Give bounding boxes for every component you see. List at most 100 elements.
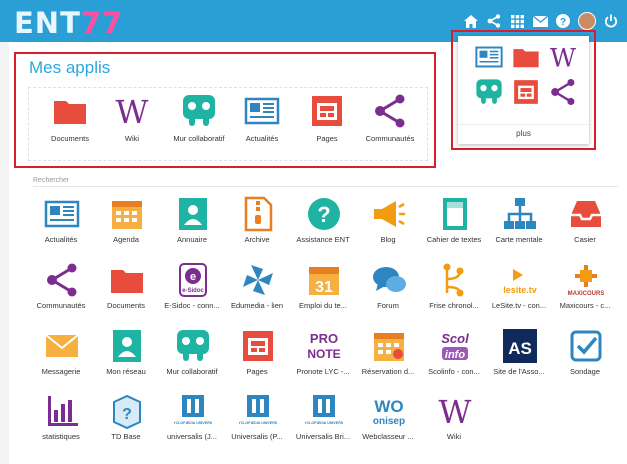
app-tile-archive[interactable]: Archive [222,195,292,244]
svg-text:e: e [190,271,196,283]
maxicours-icon: MAXICOURS [567,261,605,297]
app-label: Emploi du te... [299,301,347,310]
power-icon[interactable] [603,13,619,29]
svg-text:31: 31 [315,279,333,296]
app-tile-statistiques[interactable]: statistiques [26,392,96,441]
app-tile-blog[interactable]: Blog [353,195,423,244]
app-tile-sondage[interactable]: Sondage [550,327,620,376]
app-tile-carte-mentale[interactable]: Carte mentale [484,195,554,244]
app-tile-universalis-j[interactable]: ENCYCLOPÆDIA UNIVERSALIS universalis (J..… [157,392,227,441]
app-tile-universalis-bri[interactable]: ENCYCLOPÆDIA UNIVERSALIS Universalis Bri.… [288,392,358,441]
ent77-logo[interactable]: ENT77 [14,6,123,40]
mes-applis-app-actualit-s[interactable]: Actualités [227,92,297,143]
app-tile-scolinfo-con[interactable]: Scol info Scolinfo - con... [419,327,489,376]
app-tile-annuaire[interactable]: Annuaire [157,195,227,244]
folder-icon [51,92,89,130]
app-label: Réservation d... [361,367,415,376]
app-tile-wiki[interactable]: W Wiki [419,392,489,441]
app-label: Forum [377,301,399,310]
app-label: Scolinfo - con... [428,367,480,376]
tdbase-icon: ? [108,392,144,430]
app-label: Wiki [124,134,140,143]
forum-icon [370,261,406,297]
wiki-icon: W [113,92,151,131]
app-tile-frise-chronol[interactable]: Frise chronol... [419,261,489,310]
svg-text:MAXICOURS: MAXICOURS [568,291,605,297]
app-label: universalis (J... [166,432,217,441]
app-tile-td-base[interactable]: ? TD Base [91,392,161,441]
app-tile-mur-collaboratif[interactable]: Mur collaboratif [157,327,227,376]
avatar[interactable] [578,12,596,30]
svg-text:ENCYCLOPÆDIA UNIVERSALIS: ENCYCLOPÆDIA UNIVERSALIS [174,421,212,425]
app-tile-messagerie[interactable]: Messagerie [26,327,96,376]
plus-panel[interactable]: W plus [458,36,589,144]
app-tile-actualit-s[interactable]: Actualités [26,195,96,244]
app-tile-e-sidoc-conn[interactable]: e e-Sidoc E-Sidoc - conn... [157,261,227,310]
app-tile-communaut-s[interactable]: Communautés [26,261,96,310]
news-icon[interactable] [474,42,504,72]
help-icon[interactable]: ? [555,13,571,29]
logo-number: 77 [80,6,124,40]
app-label: Universalis Bri... [295,432,351,441]
svg-text:ENCYCLOPÆDIA UNIVERSALIS: ENCYCLOPÆDIA UNIVERSALIS [239,421,277,425]
app-tile-webclasseur[interactable]: WO onisep Webclasseur ... [353,392,423,441]
app-label: Maxicours - c... [559,301,611,310]
app-label: Communautés [365,134,415,143]
app-label: Messagerie [41,367,81,376]
help-icon: ? [305,195,341,231]
app-label: Agenda [113,235,139,244]
app-label: Carte mentale [495,235,543,244]
app-tile-pronote-lyc[interactable]: PRO NOTE Pronote LYC -... [288,327,358,376]
app-tile-lesite-tv-con[interactable]: lesite.tv LeSite.tv - con... [484,261,554,310]
share-icon[interactable] [486,13,502,29]
app-tile-assistance-ent[interactable]: ? Assistance ENT [288,195,358,244]
mes-applis-app-documents[interactable]: Documents [35,92,105,143]
svg-text:Scol: Scol [441,331,469,346]
svg-text:WO: WO [374,397,403,416]
mail-icon[interactable] [532,13,548,29]
universalis-icon: ENCYCLOPÆDIA UNIVERSALIS [166,392,221,428]
app-tile-cahier-de-textes[interactable]: Cahier de textes [419,195,489,244]
folder-icon[interactable] [511,42,541,72]
app-tile-forum[interactable]: Forum [353,261,423,310]
archive-icon [239,195,275,232]
apps-grid-icon[interactable] [509,13,525,29]
app-label: Site de l'Asso... [493,367,545,376]
app-label: Webclasseur ... [362,432,414,441]
as-icon: AS [501,327,537,363]
mes-applis-app-pages[interactable]: Pages [292,92,362,143]
app-label: Archive [244,235,270,244]
plus-label[interactable]: plus [458,129,589,138]
app-tile-casier[interactable]: Casier [550,195,620,244]
community-icon[interactable] [548,77,578,107]
mes-applis-app-mur-collaboratif[interactable]: Mur collaboratif [164,92,234,143]
app-tile-universalis-p[interactable]: ENCYCLOPÆDIA UNIVERSALIS Universalis (P..… [222,392,292,441]
app-tile-r-servation-d[interactable]: Réservation d... [353,327,423,376]
universalis-icon: ENCYCLOPÆDIA UNIVERSALIS [297,392,352,428]
app-tile-site-de-l-asso[interactable]: AS Site de l'Asso... [484,327,554,376]
search-underline [33,186,618,187]
app-label: Mon réseau [106,367,146,376]
svg-text:PRO: PRO [310,331,338,346]
pages-icon[interactable] [511,77,541,107]
app-label: Pages [316,134,338,143]
svg-text:lesite.tv: lesite.tv [503,285,537,295]
collab-wall-icon [174,327,210,363]
app-tile-agenda[interactable]: Agenda [91,195,161,244]
wiki-icon[interactable]: W [548,42,578,72]
app-tile-mon-r-seau[interactable]: Mon réseau [91,327,161,376]
mes-applis-app-communaut-s[interactable]: Communautés [355,92,425,143]
collab-wall-icon[interactable] [474,77,504,107]
universalis-icon: ENCYCLOPÆDIA UNIVERSALIS [231,392,286,428]
app-tile-pages[interactable]: Pages [222,327,292,376]
home-icon[interactable] [463,13,479,29]
community-icon [43,261,79,297]
app-tile-edumedia-lien[interactable]: Edumedia - lien [222,261,292,310]
app-tile-emploi-du-te[interactable]: 31 Emploi du te... [288,261,358,310]
app-label: Documents [51,134,89,143]
timetable-icon: 31 [305,261,341,297]
app-tile-maxicours-c[interactable]: MAXICOURS Maxicours - c... [550,261,620,310]
app-tile-documents[interactable]: Documents [91,261,161,310]
mes-applis-app-wiki[interactable]: W Wiki [97,92,167,143]
search-input[interactable]: Rechercher [33,177,69,184]
